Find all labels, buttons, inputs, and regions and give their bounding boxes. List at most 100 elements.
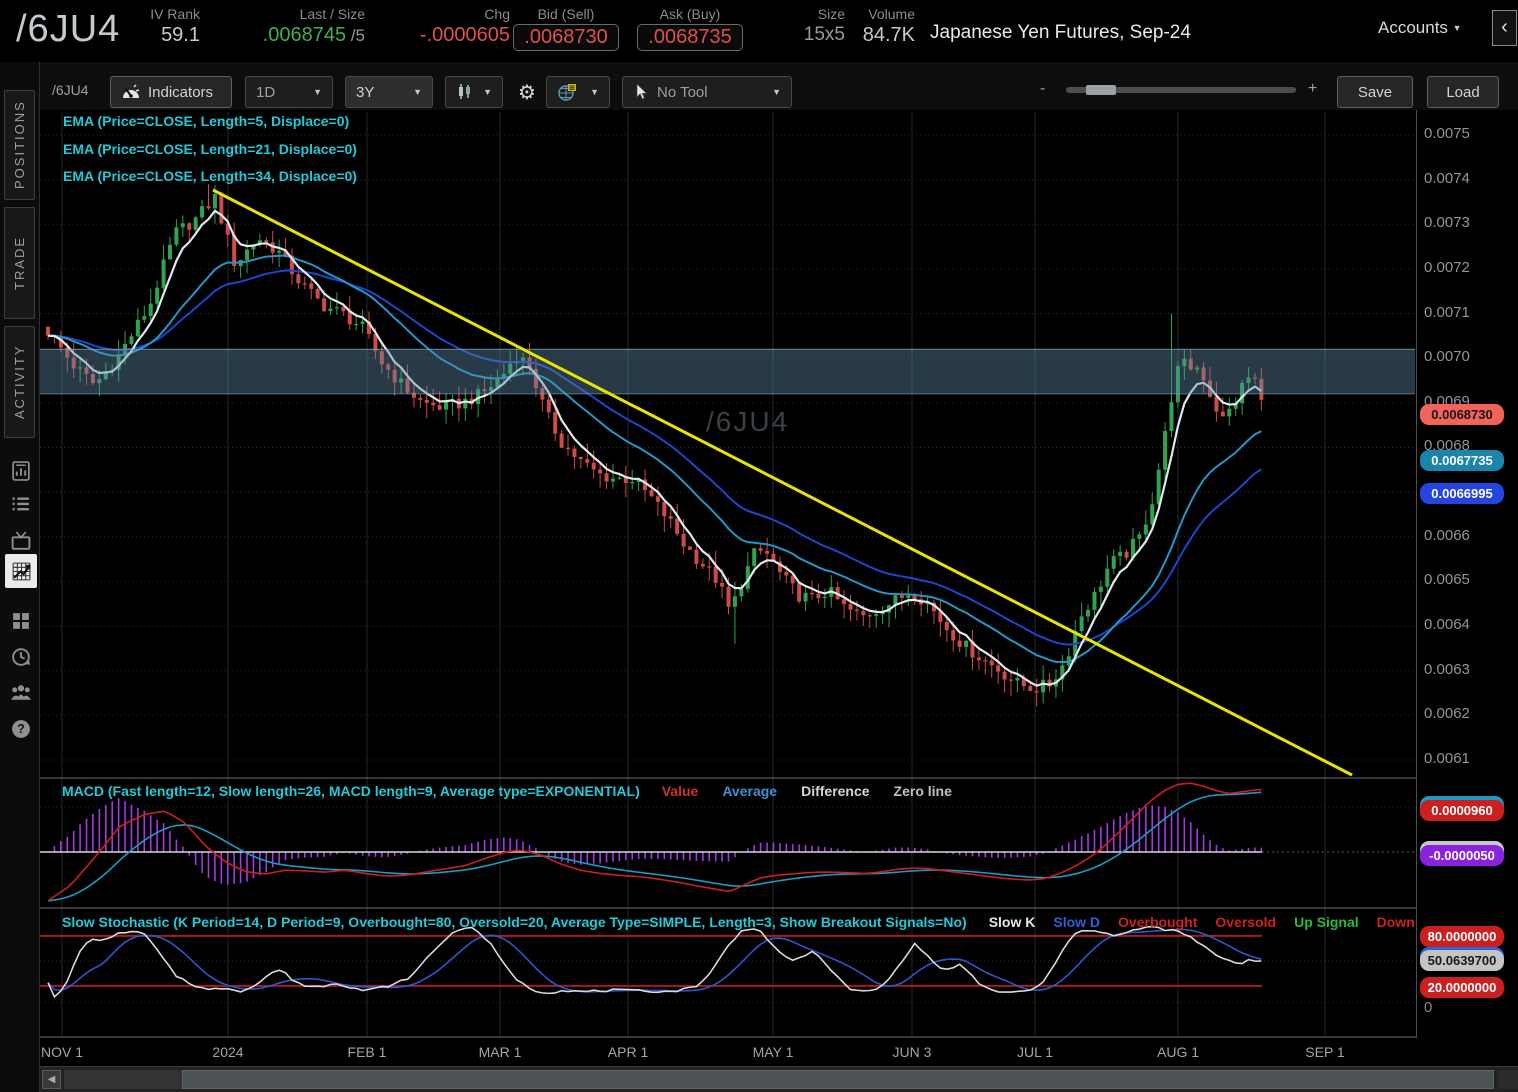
stoch-legend-down-signal: Down Signal	[1377, 914, 1414, 930]
stoch-current-badge: 50.0639700	[1420, 950, 1504, 971]
macd-legend-difference: Difference	[801, 783, 869, 799]
instrument-description: Japanese Yen Futures, Sep-24	[930, 22, 1191, 44]
accounts-menu[interactable]: Accounts ▼	[1378, 18, 1462, 38]
macd-legend: ValueAverageDifferenceZero line	[662, 783, 952, 799]
indicators-button[interactable]: Indicators	[110, 76, 232, 108]
cursor-icon	[633, 83, 649, 101]
left-sidebar: POSITIONS TRADE ACTIVITY ?	[0, 62, 40, 1092]
macd-legend-row: MACD (Fast length=12, Slow length=26, MA…	[62, 783, 1412, 799]
linked-chart-dropdown[interactable]: ▼	[546, 76, 610, 108]
volume-label: Volume	[855, 6, 915, 22]
gauge-icon	[121, 83, 141, 101]
collapse-panel-button[interactable]: ‹	[1492, 10, 1517, 46]
range-dropdown[interactable]: 3Y ▼	[345, 76, 433, 108]
price-tick-label: 0.0061	[1424, 750, 1470, 767]
macd-title: MACD (Fast length=12, Slow length=26, MA…	[62, 783, 640, 799]
sidebar-tab-trade[interactable]: TRADE	[4, 207, 35, 319]
chart-icon	[10, 560, 32, 582]
price-tick-label: 0.0062	[1424, 705, 1470, 722]
size-value: 15x5	[790, 24, 845, 46]
sidebar-report-icon[interactable]	[8, 458, 34, 484]
stoch-legend-slow-k: Slow K	[989, 914, 1036, 930]
zoom-slider-thumb[interactable]	[1086, 85, 1116, 95]
sidebar-help-icon[interactable]: ?	[8, 716, 34, 742]
price-tick-label: 0.0065	[1424, 571, 1470, 588]
chevron-down-icon: ▼	[590, 87, 599, 97]
chart-type-dropdown[interactable]: ▼	[445, 76, 503, 108]
chart-watermark: /6JU4	[706, 406, 789, 438]
zoom-out-button[interactable]: -	[1040, 80, 1045, 98]
time-tick-label: AUG 1	[1157, 1044, 1199, 1060]
scrollbar-thumb[interactable]	[182, 1070, 1494, 1089]
people-icon	[10, 682, 32, 704]
last-size-value: /5	[346, 26, 365, 45]
sidebar-chart-icon[interactable]	[5, 554, 37, 588]
chevron-left-icon: ‹	[1501, 16, 1508, 38]
ema21-value-badge: 0.0067735	[1420, 450, 1504, 471]
candlestick-icon	[456, 83, 474, 101]
chevron-down-icon: ▼	[313, 87, 322, 97]
ask-button[interactable]: .0068735	[637, 24, 742, 51]
time-tick-label: SEP 1	[1305, 1044, 1344, 1060]
stoch-overbought-badge: 80.0000000	[1420, 926, 1504, 947]
symbol-title: /6JU4	[16, 8, 120, 51]
ema34-value-badge: 0.0066995	[1420, 483, 1504, 504]
price-tick-label: 0.0073	[1424, 214, 1470, 231]
stoch-legend-oversold: Oversold	[1215, 914, 1276, 930]
price-tick-label: 0.0072	[1424, 259, 1470, 276]
sidebar-grid-icon[interactable]	[8, 608, 34, 634]
watchlist-icon	[10, 494, 32, 516]
macd-value-badge: 0.0000960	[1420, 800, 1504, 821]
price-tick-label: 0.0075	[1424, 125, 1470, 142]
chart-toolbar: /6JU4 Indicators 1D ▼ 3Y ▼ ▼	[40, 62, 1518, 110]
time-axis[interactable]: NOV 12024FEB 1MAR 1APR 1MAY 1JUN 3JUL 1A…	[40, 1038, 1518, 1066]
macd-legend-value: Value	[662, 783, 699, 799]
sidebar-tv-icon[interactable]	[8, 528, 34, 554]
settings-gear-button[interactable]: ⚙	[508, 76, 542, 108]
drawing-tool-dropdown[interactable]: No Tool ▼	[622, 76, 792, 108]
zoom-in-button[interactable]: +	[1308, 80, 1317, 98]
accounts-label: Accounts	[1378, 18, 1448, 37]
stoch-legend-row: Slow Stochastic (K Period=14, D Period=9…	[62, 914, 1414, 930]
load-button[interactable]: Load	[1427, 76, 1499, 108]
sidebar-tab-positions[interactable]: POSITIONS	[4, 90, 35, 200]
gear-icon: ⚙	[518, 80, 536, 104]
bid-button[interactable]: .0068730	[513, 24, 618, 51]
ema34-study-label: EMA (Price=CLOSE, Length=34, Displace=0)	[63, 168, 357, 184]
stoch-oversold-badge: 20.0000000	[1420, 977, 1504, 998]
sidebar-tab-activity[interactable]: ACTIVITY	[4, 326, 35, 438]
last-value: .0068745	[263, 24, 346, 46]
price-tick-label: 0.0063	[1424, 661, 1470, 678]
time-tick-label: MAR 1	[479, 1044, 522, 1060]
range-value: 3Y	[356, 84, 374, 101]
price-axis[interactable]: 0.00750.00740.00730.00720.00710.00700.00…	[1416, 110, 1518, 1040]
ema5-study-label: EMA (Price=CLOSE, Length=5, Displace=0)	[63, 113, 349, 129]
zoom-slider[interactable]	[1066, 87, 1296, 93]
help-icon: ?	[10, 718, 32, 740]
sidebar-people-icon[interactable]	[8, 680, 34, 706]
price-tick-label: 0.0066	[1424, 527, 1470, 544]
save-button[interactable]: Save	[1337, 76, 1413, 108]
scroll-left-arrow[interactable]: ◀	[42, 1070, 61, 1089]
stoch-zero-label: 0	[1424, 999, 1432, 1016]
macd-legend-zero-line: Zero line	[894, 783, 952, 799]
ema21-study-label: EMA (Price=CLOSE, Length=21, Displace=0)	[63, 141, 357, 157]
size-label: Size	[790, 6, 845, 22]
volume-value: 84.7K	[855, 24, 915, 47]
chg-label: Chg	[400, 6, 510, 22]
stoch-legend: Slow KSlow DOverboughtOversoldUp SignalD…	[989, 914, 1414, 930]
grid-icon	[10, 610, 32, 632]
time-tick-label: NOV 1	[41, 1044, 83, 1060]
scrollbar-track[interactable]	[64, 1070, 1494, 1089]
ask-label: Ask (Buy)	[634, 6, 746, 22]
time-tick-label: MAY 1	[753, 1044, 794, 1060]
report-icon	[10, 460, 32, 482]
sidebar-watchlist-icon[interactable]	[8, 492, 34, 518]
chevron-down-icon: ▼	[1453, 23, 1462, 33]
stoch-legend-overbought: Overbought	[1118, 914, 1197, 930]
tv-icon	[10, 530, 32, 552]
timeframe-dropdown[interactable]: 1D ▼	[245, 76, 333, 108]
sidebar-history-icon[interactable]	[8, 644, 34, 670]
chart-scrollbar[interactable]: ◀	[40, 1066, 1518, 1092]
price-tick-label: 0.0070	[1424, 348, 1470, 365]
